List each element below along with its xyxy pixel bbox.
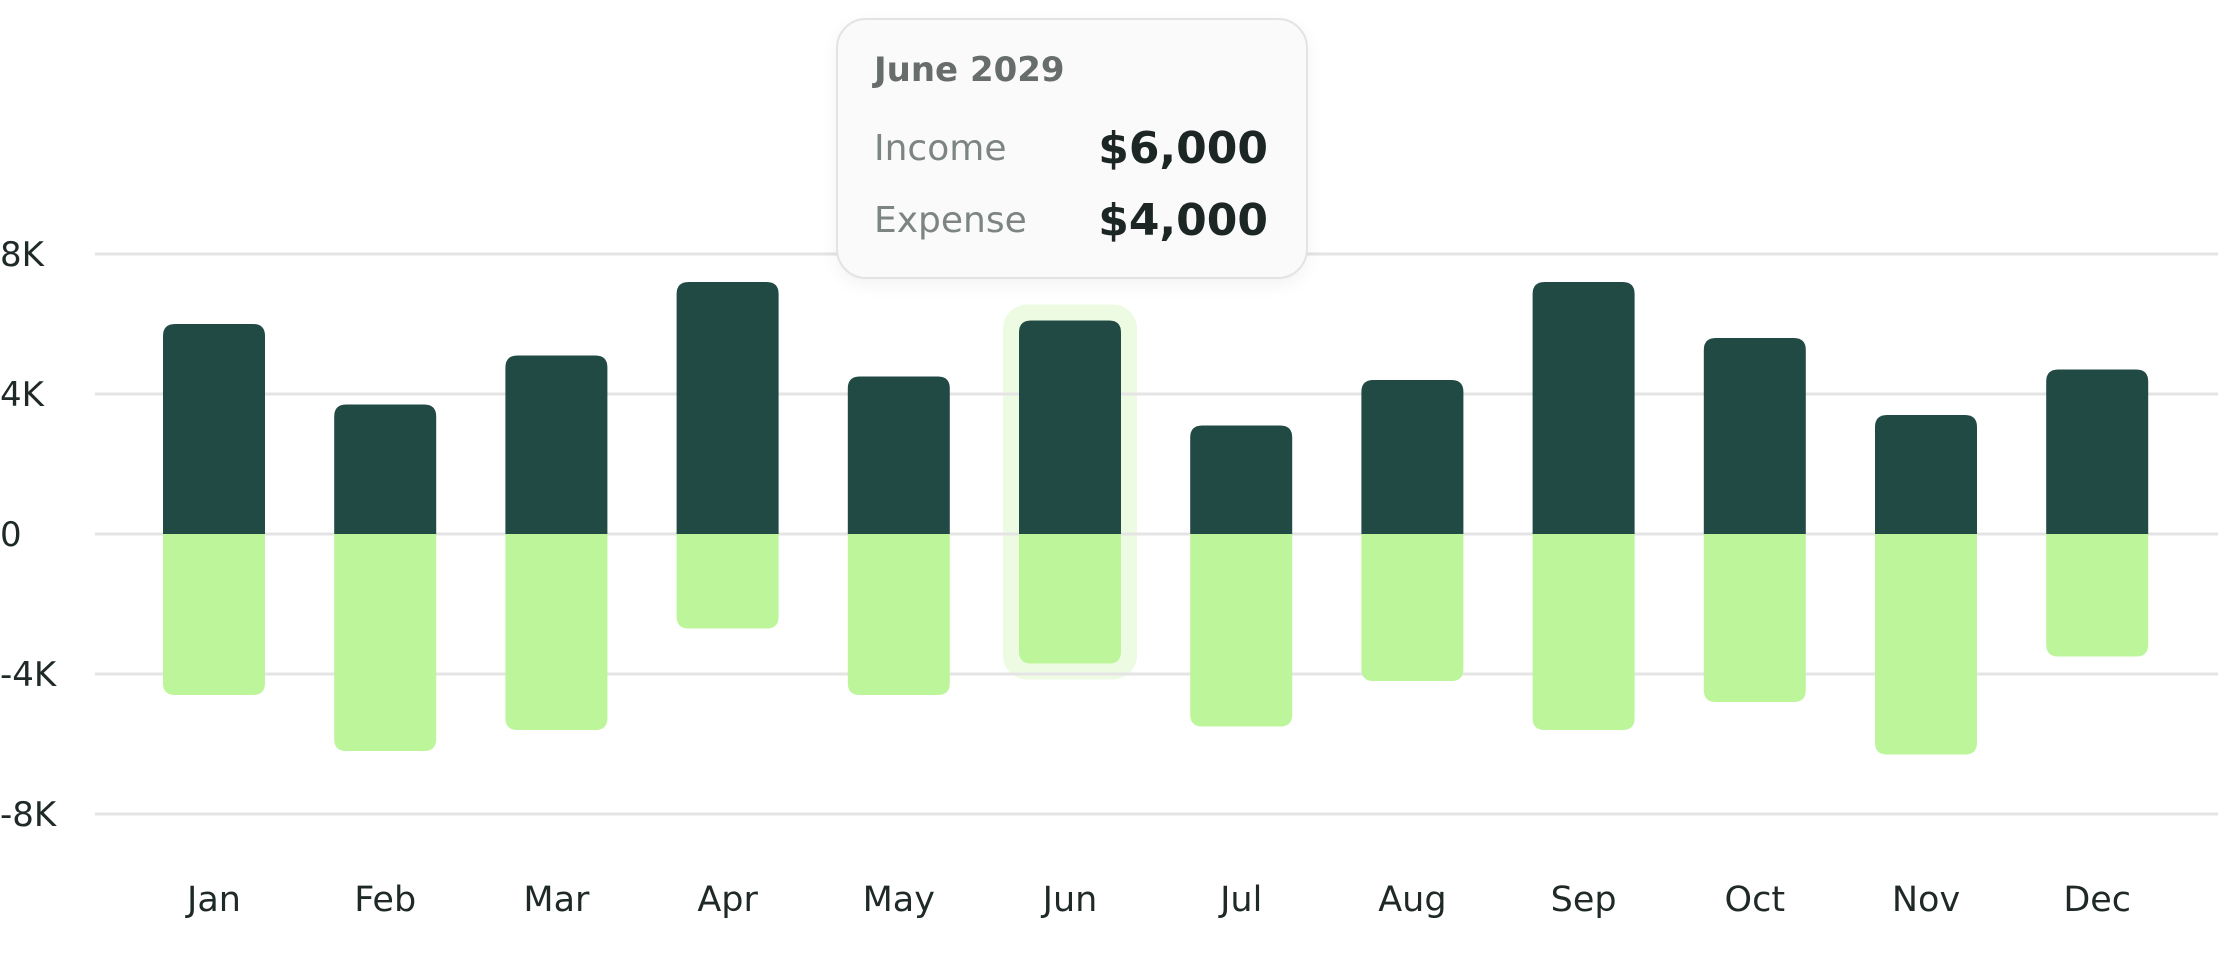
y-tick-label: -8K (0, 795, 58, 835)
expense-bar-aug[interactable] (1361, 534, 1464, 681)
x-category-label: Jan (185, 880, 241, 920)
x-category-label: Feb (354, 880, 416, 920)
tooltip-expense-label: Expense (874, 199, 1027, 241)
x-category-label: Apr (697, 880, 758, 920)
income-bar-feb[interactable] (334, 404, 437, 535)
tooltip-title: June 2029 (874, 50, 1065, 90)
expense-bar-jan[interactable] (163, 534, 265, 695)
y-tick-label: 0 (0, 515, 22, 555)
y-tick-label: 4K (0, 375, 46, 415)
income-bar-dec[interactable] (2046, 369, 2149, 535)
x-category-label: May (863, 880, 935, 920)
income-bar-aug[interactable] (1361, 380, 1464, 534)
x-category-label: Oct (1725, 880, 1786, 920)
x-category-label: Mar (523, 880, 590, 920)
x-category-label: Jul (1218, 880, 1262, 920)
expense-bar-dec[interactable] (2046, 534, 2149, 657)
x-category-label: Sep (1551, 880, 1617, 920)
income-bar-sep[interactable] (1532, 282, 1635, 534)
y-tick-label: -4K (0, 655, 58, 695)
income-bar-nov[interactable] (1875, 415, 1977, 534)
income-bar-apr[interactable] (676, 282, 779, 534)
expense-bar-sep[interactable] (1532, 534, 1635, 730)
expense-bar-jul[interactable] (1190, 534, 1293, 727)
tooltip-income-label: Income (874, 127, 1007, 169)
tooltip-row-income: Income $6,000 (874, 112, 1268, 184)
chart-tooltip: June 2029 Income $6,000 Expense $4,000 (836, 18, 1308, 279)
expense-bar-mar[interactable] (505, 534, 608, 730)
expense-bar-may[interactable] (847, 534, 950, 695)
income-bar-may[interactable] (847, 376, 950, 535)
expense-bar-nov[interactable] (1875, 534, 1977, 755)
y-tick-label: 8K (0, 235, 46, 275)
expense-bar-jun[interactable] (1019, 534, 1121, 664)
x-category-label: Dec (2063, 880, 2131, 920)
expense-bar-feb[interactable] (334, 534, 437, 751)
x-category-label: Aug (1378, 880, 1446, 920)
income-expense-chart: 8K 4K 0 -4K -8K Jan Feb Mar Apr May Jun Jul Aug Sep Oc… (0, 0, 2218, 956)
tooltip-row-expense: Expense $4,000 (874, 184, 1268, 256)
income-bar-jun[interactable] (1019, 320, 1121, 535)
expense-bar-apr[interactable] (676, 534, 779, 629)
x-category-label: Nov (1892, 880, 1960, 920)
expense-bar-oct[interactable] (1703, 534, 1806, 702)
income-bar-oct[interactable] (1703, 338, 1806, 534)
tooltip-expense-value: $4,000 (1098, 194, 1268, 246)
x-category-label: Jun (1041, 880, 1098, 920)
income-bar-mar[interactable] (505, 355, 608, 535)
income-bar-jan[interactable] (163, 324, 265, 534)
tooltip-income-value: $6,000 (1098, 122, 1268, 174)
income-bar-jul[interactable] (1190, 425, 1293, 535)
